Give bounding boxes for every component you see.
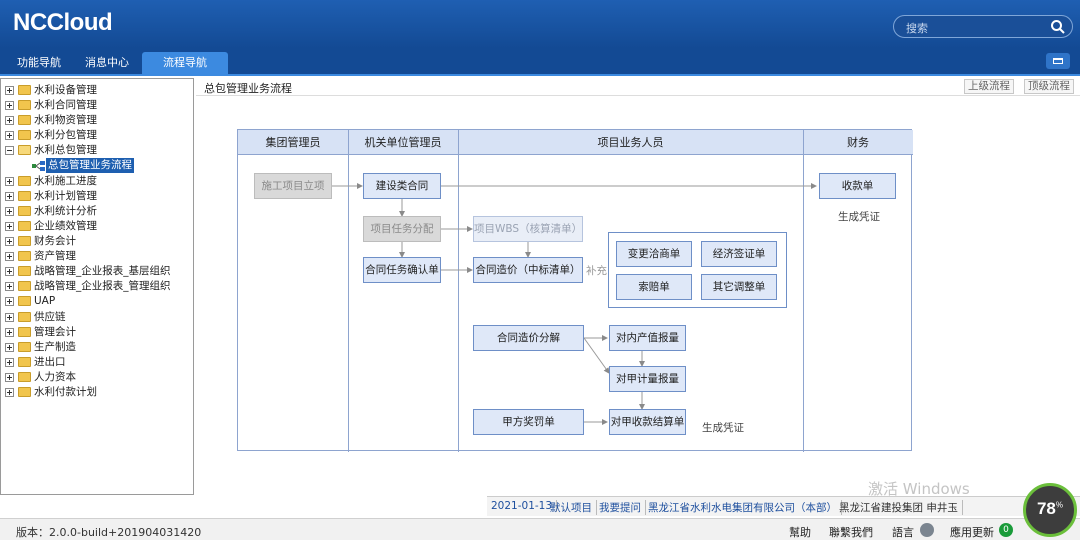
folder-icon [18, 191, 31, 201]
flow-node[interactable]: 变更洽商单 [616, 241, 692, 267]
expand-icon[interactable] [5, 192, 14, 201]
expand-icon[interactable] [5, 373, 14, 382]
expand-icon[interactable] [5, 116, 14, 125]
gauge-unit: % [1055, 500, 1064, 510]
flow-node[interactable]: 合同造价分解 [473, 325, 584, 351]
flow-node[interactable]: 经济签证单 [701, 241, 777, 267]
window-toggle-button[interactable] [1046, 53, 1070, 69]
expand-icon[interactable] [5, 131, 14, 140]
search-icon[interactable] [1050, 19, 1066, 35]
expand-icon[interactable] [5, 282, 14, 291]
status-default-project[interactable]: 默认项目 [550, 500, 597, 515]
expand-icon[interactable] [5, 388, 14, 397]
expand-icon[interactable] [5, 313, 14, 322]
folder-icon [18, 206, 31, 216]
content-header: 总包管理业务流程 上级流程 顶级流程 [196, 78, 1080, 96]
sidebar-tree: 水利设备管理 水利合同管理 水利物资管理 水利分包管理 水利总包管理 总包管理业… [0, 78, 194, 495]
performance-gauge[interactable]: 78% [1023, 483, 1077, 537]
page-title: 总包管理业务流程 [204, 82, 292, 95]
flow-node[interactable]: 收款单 [819, 173, 896, 199]
collapse-icon[interactable] [5, 146, 14, 155]
folder-icon [18, 342, 31, 352]
app-logo[interactable]: NCCloud [13, 9, 113, 37]
flow-node[interactable]: 项目WBS（核算清单） [473, 216, 583, 242]
search-input[interactable]: 搜索 [906, 20, 928, 36]
folder-icon [18, 266, 31, 276]
open-folder-icon [18, 145, 31, 155]
status-user[interactable]: 黑龙江省建投集团 申井玉 [839, 500, 963, 515]
folder-icon [18, 115, 31, 125]
supplement-label: 补充 [586, 265, 607, 277]
app-update-link[interactable]: 應用更新 [950, 524, 994, 540]
app-header: NCCloud 搜索 [0, 0, 1080, 48]
tab-function-nav[interactable]: 功能导航 [4, 52, 74, 76]
status-organization[interactable]: 黑龙江省水利水电集团有限公司（本部） [648, 500, 842, 515]
footer-bar: 版本：2.0.0-build+201904031420 幫助 聯繫我們 語言 應… [0, 518, 1080, 540]
status-bar: 2021-01-13 默认项目 我要提问 黑龙江省水利水电集团有限公司（本部） … [487, 496, 1080, 516]
contact-link[interactable]: 聯繫我們 [829, 524, 873, 540]
window-icon [1053, 58, 1063, 64]
status-date[interactable]: 2021-01-13 [491, 500, 558, 512]
folder-icon [18, 100, 31, 110]
search-box[interactable]: 搜索 [893, 15, 1073, 38]
parent-process-button[interactable]: 上级流程 [964, 79, 1014, 94]
language-icon[interactable] [920, 523, 934, 537]
help-link[interactable]: 幫助 [789, 524, 811, 540]
flow-node[interactable]: 其它调整单 [701, 274, 777, 300]
folder-icon [18, 312, 31, 322]
flow-node[interactable]: 对甲收款结算单 [609, 409, 686, 435]
folder-icon [18, 296, 31, 306]
flow-node[interactable]: 合同造价（中标清单） [473, 257, 583, 283]
flow-node[interactable]: 施工项目立项 [254, 173, 332, 199]
expand-icon[interactable] [5, 343, 14, 352]
folder-icon [18, 85, 31, 95]
folder-icon [18, 176, 31, 186]
expand-icon[interactable] [5, 252, 14, 261]
language-link[interactable]: 語言 [892, 524, 914, 540]
tab-process-nav[interactable]: 流程导航 [142, 52, 228, 76]
expand-icon[interactable] [5, 86, 14, 95]
expand-icon[interactable] [5, 101, 14, 110]
expand-icon[interactable] [5, 267, 14, 276]
nav-tabbar: 功能导航 消息中心 流程导航 [0, 48, 1080, 76]
folder-icon [18, 130, 31, 140]
folder-icon [18, 236, 31, 246]
top-process-button[interactable]: 顶级流程 [1024, 79, 1074, 94]
diagram-connectors [332, 183, 817, 425]
folder-icon [18, 221, 31, 231]
folder-icon [18, 357, 31, 367]
folder-icon [18, 372, 31, 382]
flow-node[interactable]: 合同任务确认单 [363, 257, 441, 283]
folder-icon [18, 251, 31, 261]
expand-icon[interactable] [5, 222, 14, 231]
voucher-label: 生成凭证 [702, 422, 744, 434]
flow-node[interactable]: 甲方奖罚单 [473, 409, 584, 435]
flow-node[interactable]: 索赔单 [616, 274, 692, 300]
voucher-label: 生成凭证 [838, 211, 880, 223]
expand-icon[interactable] [5, 207, 14, 216]
expand-icon[interactable] [5, 237, 14, 246]
expand-icon[interactable] [5, 177, 14, 186]
status-ask-question[interactable]: 我要提问 [599, 500, 646, 515]
version-text: 版本：2.0.0-build+201904031420 [16, 526, 202, 539]
expand-icon[interactable] [5, 328, 14, 337]
folder-icon [18, 387, 31, 397]
process-diagram: 集团管理员 机关单位管理员 项目业务人员 财务 施工项目立项 建设类合同 项目任… [237, 129, 913, 452]
folder-icon [18, 281, 31, 291]
tab-message-center[interactable]: 消息中心 [74, 52, 140, 76]
flow-node[interactable]: 对内产值报量 [609, 325, 686, 351]
process-flow-icon [32, 161, 45, 171]
expand-icon[interactable] [5, 358, 14, 367]
gauge-value: 78 [1036, 499, 1056, 518]
update-count-badge: 0 [999, 523, 1013, 537]
flow-node[interactable]: 对甲计量报量 [609, 366, 686, 392]
flow-node[interactable]: 建设类合同 [363, 173, 441, 199]
folder-icon [18, 327, 31, 337]
flow-node[interactable]: 项目任务分配 [363, 216, 441, 242]
expand-icon[interactable] [5, 297, 14, 306]
